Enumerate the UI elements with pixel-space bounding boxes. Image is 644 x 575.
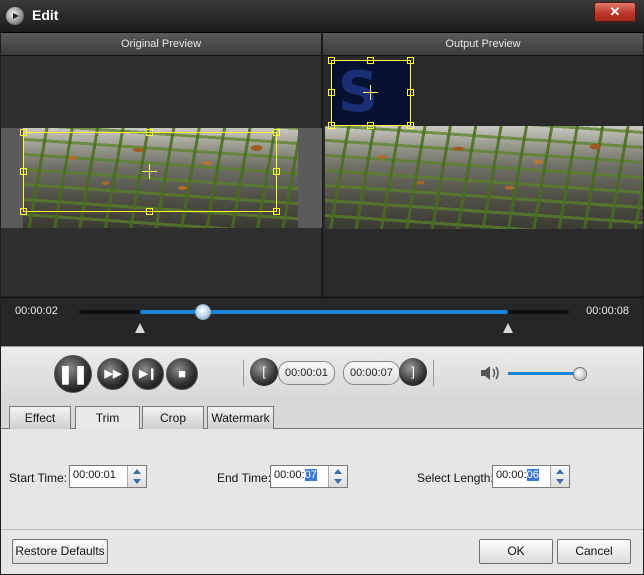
output-video-frame: [325, 126, 643, 229]
crop-handle-e[interactable]: [273, 168, 280, 175]
next-frame-button[interactable]: ▶❙: [132, 358, 164, 390]
crop-rectangle[interactable]: [20, 129, 280, 215]
restore-defaults-button[interactable]: Restore Defaults: [12, 539, 108, 564]
volume-slider[interactable]: [508, 367, 588, 381]
tab-bar: Effect Trim Crop Watermark: [1, 402, 643, 430]
cancel-button[interactable]: Cancel: [557, 539, 631, 564]
ok-button[interactable]: OK: [479, 539, 553, 564]
tab-watermark[interactable]: Watermark: [207, 406, 274, 429]
output-preview-label: Output Preview: [323, 33, 643, 56]
end-time-stepper[interactable]: [328, 466, 347, 487]
trim-start-time: 00:00:01: [278, 361, 335, 385]
watermark-handle-w[interactable]: [328, 89, 335, 96]
watermark-handle-ne[interactable]: [407, 57, 414, 64]
end-time-value: 00:00:07: [274, 469, 317, 481]
pause-button[interactable]: ❚❚: [54, 355, 92, 393]
watermark-handle-e[interactable]: [407, 89, 414, 96]
start-time-stepper[interactable]: [127, 466, 146, 487]
watermark-handle-n[interactable]: [367, 57, 374, 64]
watermark-handle-sw[interactable]: [328, 122, 335, 129]
select-length-label: Select Length:: [417, 471, 494, 485]
total-time: 00:00:08: [586, 305, 629, 317]
bracket-left-icon: [: [262, 364, 266, 379]
dialog-footer: Restore Defaults OK Cancel: [1, 529, 643, 574]
watermark-center-crosshair-icon[interactable]: [363, 85, 378, 100]
trim-start-marker[interactable]: [135, 323, 146, 333]
volume-level: [508, 372, 580, 375]
title-bar: Edit ✕: [0, 0, 644, 33]
tab-effect[interactable]: Effect: [9, 406, 71, 429]
original-preview-label: Original Preview: [1, 33, 321, 56]
trim-end-time: 00:00:07: [343, 361, 400, 385]
fast-forward-button[interactable]: ▶▶: [97, 358, 129, 390]
watermark-handle-nw[interactable]: [328, 57, 335, 64]
crop-handle-n[interactable]: [146, 129, 153, 136]
separator: [243, 360, 244, 386]
arrow-down-icon[interactable]: [556, 479, 564, 484]
crop-handle-w[interactable]: [20, 168, 27, 175]
start-time-label: Start Time:: [9, 471, 68, 485]
set-end-button[interactable]: ]: [399, 358, 427, 386]
watermark-handle-s[interactable]: [367, 122, 374, 129]
trim-end-marker[interactable]: [502, 323, 513, 333]
volume-icon[interactable]: [479, 364, 501, 382]
seek-bar[interactable]: [79, 304, 569, 320]
original-preview-pane: [1, 56, 322, 296]
select-length-value: 00:00:06: [496, 469, 539, 481]
output-preview-pane: S: [323, 56, 643, 296]
set-start-button[interactable]: [: [250, 358, 278, 386]
window-title: Edit: [32, 7, 59, 23]
crop-handle-se[interactable]: [273, 208, 280, 215]
next-frame-icon: ▶❙: [139, 368, 157, 380]
timeline: 00:00:02 00:00:08: [1, 297, 643, 346]
watermark-rectangle[interactable]: S: [328, 57, 414, 129]
end-time-label: End Time:: [217, 471, 272, 485]
stop-button[interactable]: ■: [166, 358, 198, 390]
app-logo-icon: [6, 7, 24, 25]
crop-handle-sw[interactable]: [20, 208, 27, 215]
crop-handle-ne[interactable]: [273, 129, 280, 136]
pause-icon: ❚❚: [57, 364, 89, 384]
arrow-down-icon[interactable]: [334, 479, 342, 484]
start-time-value: 00:00:01: [73, 469, 116, 481]
arrow-up-icon[interactable]: [556, 469, 564, 474]
trim-panel: Start Time: 00:00:01 End Time: 00:00:07 …: [1, 429, 643, 529]
crop-center-crosshair-icon[interactable]: [142, 164, 157, 179]
arrow-up-icon[interactable]: [133, 469, 141, 474]
playhead-handle[interactable]: [194, 304, 211, 320]
playback-controls: ❚❚ ▶▶ ▶❙ ■ [ 00:00:01 00:00:07 ]: [1, 346, 643, 403]
fast-forward-icon: ▶▶: [104, 368, 122, 380]
watermark-handle-se[interactable]: [407, 122, 414, 129]
separator: [433, 360, 434, 386]
select-length-stepper[interactable]: [550, 466, 569, 487]
crop-handle-nw[interactable]: [20, 129, 27, 136]
tab-trim[interactable]: Trim: [75, 406, 140, 430]
volume-knob[interactable]: [573, 367, 588, 381]
crop-handle-s[interactable]: [146, 208, 153, 215]
tab-crop[interactable]: Crop: [142, 406, 204, 429]
current-time: 00:00:02: [15, 305, 58, 317]
arrow-up-icon[interactable]: [334, 469, 342, 474]
end-time-field[interactable]: 00:00:07: [270, 465, 348, 488]
start-time-field[interactable]: 00:00:01: [69, 465, 147, 488]
bracket-right-icon: ]: [411, 364, 415, 379]
close-button[interactable]: ✕: [594, 2, 636, 22]
stop-icon: ■: [178, 366, 186, 381]
arrow-down-icon[interactable]: [133, 479, 141, 484]
select-length-field[interactable]: 00:00:06: [492, 465, 570, 488]
